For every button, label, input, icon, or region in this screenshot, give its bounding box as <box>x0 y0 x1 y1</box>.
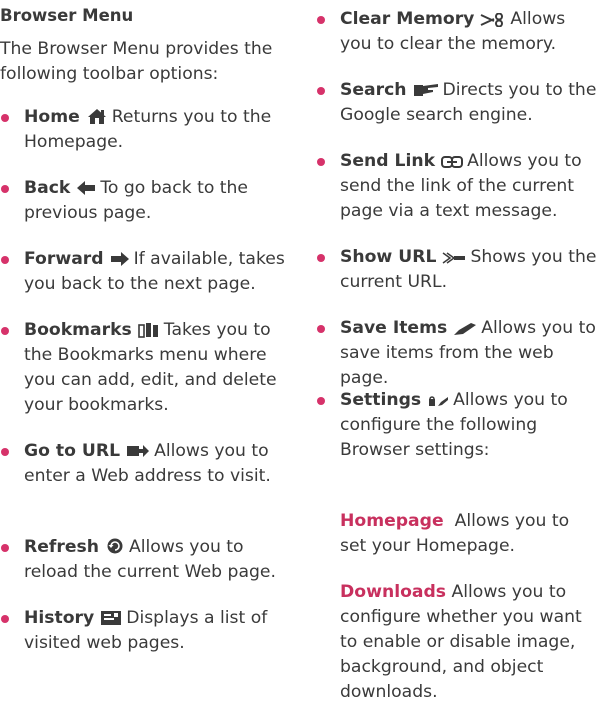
history-icon <box>100 610 122 626</box>
settings-sub-homepage: Homepage Allows you to set your Homepage… <box>340 509 597 559</box>
bullet <box>1 327 9 335</box>
item-term: Send Link <box>340 151 436 171</box>
item-term: Settings <box>340 390 422 410</box>
item-term: Back <box>24 178 71 198</box>
item-term: Search <box>340 80 407 100</box>
forward-arrow-icon <box>110 251 130 267</box>
list-item-forward: Forward If available, takes you back to t… <box>0 247 290 297</box>
list-item-show-url: Show URL Shows you the current URL. <box>316 245 597 295</box>
item-term: Clear Memory <box>340 9 475 29</box>
refresh-icon <box>105 537 125 555</box>
search-pointer-icon <box>413 82 439 98</box>
list-item-bookmarks: Bookmarks Takes you to the Bookmarks menu… <box>0 318 290 418</box>
back-arrow-icon <box>76 180 96 196</box>
bullet <box>1 615 9 623</box>
sub-term: Downloads <box>340 582 447 602</box>
intro-paragraph: The Browser Menu provides the following … <box>0 39 273 84</box>
item-term: Bookmarks <box>24 320 132 340</box>
item-term: Save Items <box>340 318 448 338</box>
bullet <box>1 256 9 264</box>
list-item-search: Search Directs you to the Google search e… <box>316 78 597 128</box>
bullet <box>317 397 325 405</box>
bullet <box>317 254 325 262</box>
manual-page: Browser Menu The Browser Menu provides t… <box>0 0 597 702</box>
bullet <box>317 87 325 95</box>
bullet <box>1 185 9 193</box>
item-term: Go to URL <box>24 441 121 461</box>
list-item-back: Back To go back to the previous page. <box>0 176 290 226</box>
bullet <box>1 544 9 552</box>
list-item-go-to-url: Go to URL Allows you to enter a Web addre… <box>0 439 290 489</box>
save-items-icon <box>453 322 477 336</box>
list-item-history: History Displays a list of visited web pa… <box>0 606 290 656</box>
go-to-url-icon <box>126 443 150 459</box>
sub-term: Homepage <box>340 511 444 531</box>
bullet <box>317 325 325 333</box>
list-item-clear-memory: Clear Memory Allows you to clear the memo… <box>316 7 597 57</box>
home-icon <box>86 108 108 125</box>
item-term: Home <box>24 107 80 127</box>
show-url-icon <box>442 251 466 265</box>
item-term: Show URL <box>340 247 437 267</box>
bullet <box>317 16 325 24</box>
item-term: Refresh <box>24 537 99 557</box>
list-item-refresh: Refresh Allows you to reload the current … <box>0 535 290 585</box>
item-term: Forward <box>24 249 104 269</box>
bullet <box>1 448 9 456</box>
list-item-send-link: Send Link Allows you to send the link of … <box>316 149 597 224</box>
list-item-settings: Settings Allows you to configure the foll… <box>316 388 597 463</box>
settings-icon <box>427 394 449 408</box>
bullet <box>1 114 9 122</box>
item-term: History <box>24 608 95 628</box>
scissors-icon <box>480 12 506 28</box>
bullet <box>317 158 325 166</box>
settings-sub-downloads: Downloads Allows you to configure whethe… <box>340 580 597 705</box>
section-heading: Browser Menu <box>0 6 134 25</box>
list-item-save-items: Save Items Allows you to save items from … <box>316 316 597 391</box>
list-item-home: Home Returns you to the Homepage. <box>0 105 290 155</box>
send-link-icon <box>441 155 464 169</box>
bookmarks-icon <box>137 322 160 338</box>
